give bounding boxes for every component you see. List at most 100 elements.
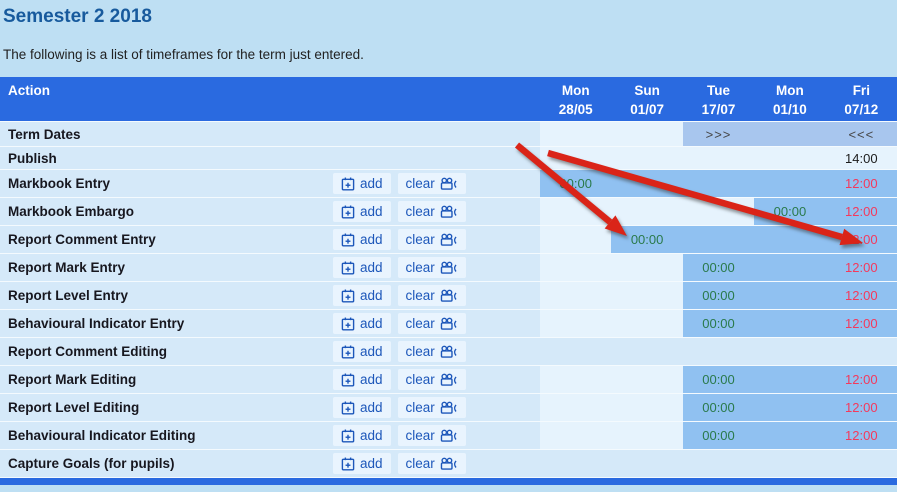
action-cell: Report Mark Entryaddclear bbox=[0, 254, 540, 281]
date-cell bbox=[754, 338, 825, 365]
row-label: Report Level Entry bbox=[0, 288, 128, 303]
clear-button-label: clear bbox=[406, 260, 435, 275]
table-row: Behavioural Indicator Entryaddclear00:00… bbox=[0, 309, 897, 337]
time-value: 00:00 bbox=[702, 260, 735, 275]
date-cell bbox=[754, 422, 825, 449]
table-row: Report Mark Entryaddclear00:0012:00 bbox=[0, 253, 897, 281]
clear-button-label: clear bbox=[406, 456, 435, 471]
date-cell: 12:00 bbox=[826, 394, 897, 421]
action-cell: Behavioural Indicator Editing add clear bbox=[0, 422, 540, 449]
column-date: 01/10 bbox=[754, 101, 825, 120]
clear-button[interactable]: clear bbox=[398, 425, 466, 446]
row-actions: add clear bbox=[333, 170, 466, 197]
date-cell bbox=[540, 450, 611, 477]
date-cell bbox=[611, 338, 682, 365]
calendar-plus-icon bbox=[341, 345, 355, 359]
action-cell: Capture Goals (for pupils)addclear bbox=[0, 450, 540, 477]
date-cell: 12:00 bbox=[826, 422, 897, 449]
add-button[interactable]: add bbox=[333, 369, 391, 390]
clear-button-label: clear bbox=[406, 232, 435, 247]
time-value: 14:00 bbox=[845, 151, 878, 166]
date-cell bbox=[611, 122, 682, 146]
video-camera-icon bbox=[440, 373, 458, 387]
table-row: Publish 14:00 bbox=[0, 146, 897, 169]
date-cell bbox=[754, 147, 825, 169]
date-cell: >>> bbox=[683, 122, 754, 146]
clear-button[interactable]: clear bbox=[398, 341, 466, 362]
add-button[interactable]: add bbox=[333, 453, 391, 474]
footer-bar bbox=[0, 477, 897, 485]
date-cell bbox=[754, 282, 825, 309]
add-button[interactable]: add bbox=[333, 173, 391, 194]
calendar-plus-icon bbox=[341, 401, 355, 415]
video-camera-icon bbox=[440, 317, 458, 331]
table-row: Term Dates>>><<< bbox=[0, 121, 897, 146]
date-cell: 00:00 bbox=[683, 394, 754, 421]
date-cell: 12:00 bbox=[826, 282, 897, 309]
date-cell: 00:00 bbox=[540, 170, 611, 197]
column-header-date: Tue 17/07 bbox=[683, 77, 754, 121]
date-cell bbox=[754, 450, 825, 477]
range-marker: >>> bbox=[706, 127, 732, 142]
table-row: Report Level Entryaddclear00:0012:00 bbox=[0, 281, 897, 309]
clear-button[interactable]: clear bbox=[398, 201, 466, 222]
video-camera-icon bbox=[440, 457, 458, 471]
add-button[interactable]: add bbox=[333, 285, 391, 306]
clear-button[interactable]: clear bbox=[398, 369, 466, 390]
date-cell bbox=[683, 226, 754, 253]
date-cell bbox=[540, 198, 611, 225]
row-label: Report Mark Editing bbox=[0, 372, 136, 387]
add-button[interactable]: add bbox=[333, 313, 391, 334]
date-cell bbox=[611, 170, 682, 197]
clear-button-label: clear bbox=[406, 428, 435, 443]
table-header: Action Mon 28/05 Sun 01/07 Tue 17/07 Mon… bbox=[0, 77, 897, 121]
date-cell bbox=[611, 450, 682, 477]
add-button[interactable]: add bbox=[333, 201, 391, 222]
clear-button[interactable]: clear bbox=[398, 257, 466, 278]
table-row: Markbook Embargoaddclear00:0012:00 bbox=[0, 197, 897, 225]
date-cell bbox=[754, 310, 825, 337]
time-value: 12:00 bbox=[845, 232, 878, 247]
calendar-plus-icon bbox=[341, 233, 355, 247]
add-button-label: add bbox=[360, 176, 383, 191]
calendar-plus-icon bbox=[341, 177, 355, 191]
clear-button[interactable]: clear bbox=[398, 397, 466, 418]
action-cell: Publish bbox=[0, 147, 540, 169]
range-marker: <<< bbox=[848, 127, 874, 142]
date-cell bbox=[540, 282, 611, 309]
action-cell: Behavioural Indicator Entryaddclear bbox=[0, 310, 540, 337]
date-cell bbox=[540, 254, 611, 281]
add-button[interactable]: add bbox=[333, 425, 391, 446]
date-cell bbox=[683, 170, 754, 197]
add-button[interactable]: add bbox=[333, 397, 391, 418]
date-cell bbox=[826, 338, 897, 365]
add-button-label: add bbox=[360, 372, 383, 387]
clear-button[interactable]: clear bbox=[398, 313, 466, 334]
clear-button[interactable]: clear bbox=[398, 173, 466, 194]
clear-button[interactable]: clear bbox=[398, 453, 466, 474]
add-button-label: add bbox=[360, 204, 383, 219]
table-row: Report Comment Editingaddclear bbox=[0, 337, 897, 365]
add-button[interactable]: add bbox=[333, 257, 391, 278]
add-button-label: add bbox=[360, 344, 383, 359]
clear-button-label: clear bbox=[406, 316, 435, 331]
add-button[interactable]: add bbox=[333, 229, 391, 250]
clear-button-label: clear bbox=[406, 400, 435, 415]
date-cell bbox=[540, 226, 611, 253]
date-cell bbox=[754, 226, 825, 253]
calendar-plus-icon bbox=[341, 205, 355, 219]
column-header-action: Action bbox=[0, 77, 540, 121]
date-cell: 00:00 bbox=[683, 310, 754, 337]
clear-button-label: clear bbox=[406, 372, 435, 387]
clear-button[interactable]: clear bbox=[398, 285, 466, 306]
date-cell: 12:00 bbox=[826, 226, 897, 253]
date-cell: 12:00 bbox=[826, 170, 897, 197]
date-cell bbox=[754, 122, 825, 146]
row-label: Markbook Entry bbox=[0, 176, 110, 191]
row-actions: add clear bbox=[333, 282, 466, 309]
add-button[interactable]: add bbox=[333, 341, 391, 362]
row-label: Behavioural Indicator Editing bbox=[0, 428, 196, 443]
date-cell bbox=[754, 366, 825, 393]
timeframes-table: Action Mon 28/05 Sun 01/07 Tue 17/07 Mon… bbox=[0, 77, 897, 485]
clear-button[interactable]: clear bbox=[398, 229, 466, 250]
